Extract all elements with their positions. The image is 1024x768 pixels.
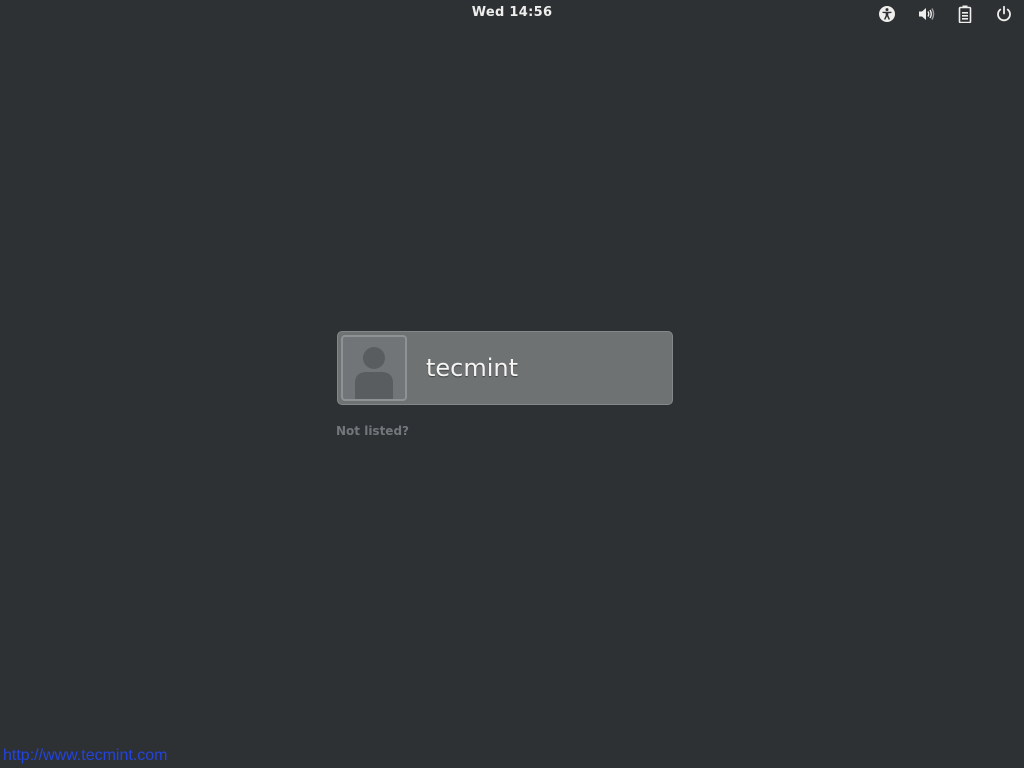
power-icon[interactable] (994, 4, 1014, 24)
top-bar: Wed 14:56 (0, 0, 1024, 28)
volume-icon[interactable] (916, 4, 936, 24)
user-avatar-icon (341, 335, 407, 401)
status-menu[interactable] (877, 4, 1014, 24)
user-list: tecmint (337, 331, 673, 405)
clock-container: Wed 14:56 (0, 5, 1024, 20)
clock[interactable]: Wed 14:56 (472, 5, 553, 20)
not-listed-link[interactable]: Not listed? (336, 424, 409, 438)
login-screen: Wed 14:56 tecmint Not listed? http://www… (0, 0, 1024, 768)
accessibility-icon[interactable] (877, 4, 897, 24)
battery-icon[interactable] (955, 4, 975, 24)
user-name: tecmint (426, 354, 519, 382)
user-entry-tecmint[interactable]: tecmint (337, 331, 673, 405)
watermark-text: http://www.tecmint.com (3, 747, 168, 764)
